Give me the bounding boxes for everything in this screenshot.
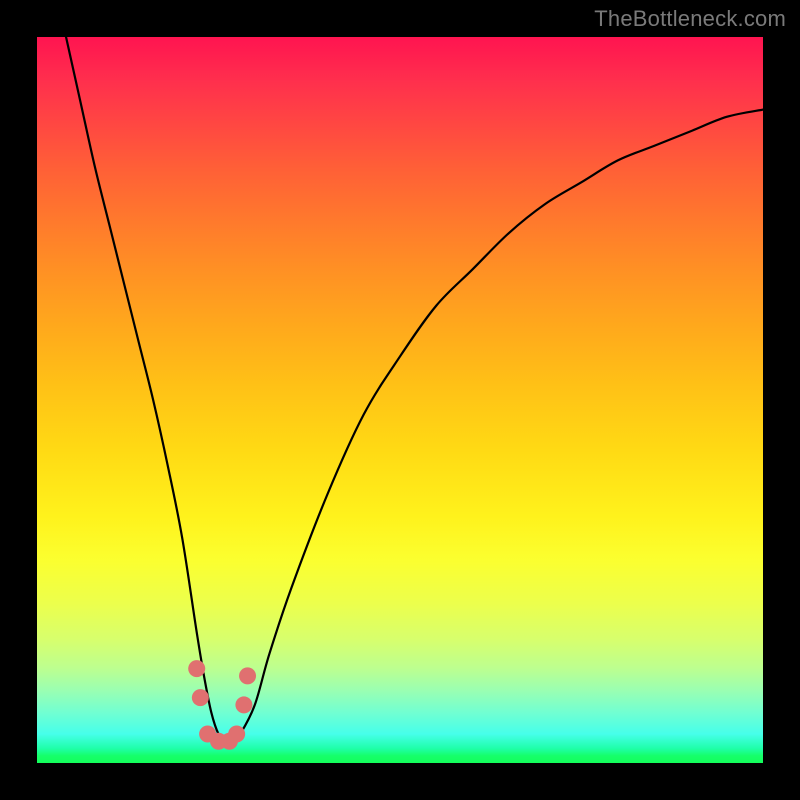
curve-marker xyxy=(228,725,245,742)
curve-marker xyxy=(235,696,252,713)
curve-marker xyxy=(188,660,205,677)
bottleneck-curve xyxy=(66,37,763,742)
plot-area xyxy=(37,37,763,763)
curve-layer xyxy=(37,37,763,763)
curve-marker xyxy=(239,667,256,684)
curve-marker xyxy=(192,689,209,706)
curve-markers xyxy=(188,660,256,750)
watermark-text: TheBottleneck.com xyxy=(594,6,786,32)
chart-frame: TheBottleneck.com xyxy=(0,0,800,800)
